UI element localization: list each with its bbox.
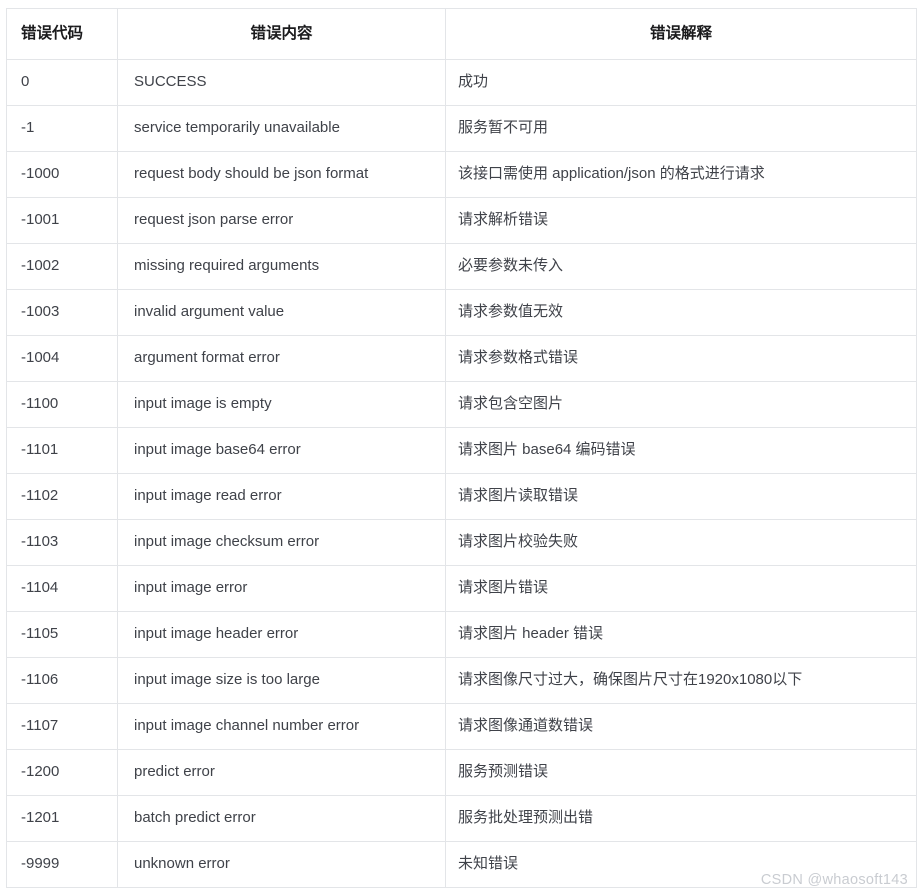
cell-error-message: SUCCESS <box>117 59 446 106</box>
table-body: 0 SUCCESS 成功 -1 service temporarily unavaila… <box>6 59 917 888</box>
table-row: -1103 input image checksum error 请求图片校验失败 <box>6 519 917 566</box>
column-header-error-detail: 错误解释 <box>445 8 917 60</box>
cell-error-message: batch predict error <box>117 795 446 842</box>
cell-error-detail: 请求图片错误 <box>445 565 917 612</box>
cell-error-code: -1101 <box>6 427 118 474</box>
cell-error-code: -1200 <box>6 749 118 796</box>
cell-error-message: input image header error <box>117 611 446 658</box>
error-code-table-container: 错误代码 错误内容 错误解释 0 SUCCESS 成功 -1 service tempo… <box>6 8 917 888</box>
cell-error-detail: 请求参数值无效 <box>445 289 917 336</box>
table-row: -1105 input image header error 请求图片 header… <box>6 611 917 658</box>
cell-error-code: -1105 <box>6 611 118 658</box>
table-row: -1107 input image channel number error 请求图… <box>6 703 917 750</box>
cell-error-code: -1 <box>6 105 118 152</box>
table-row: -1102 input image read error 请求图片读取错误 <box>6 473 917 520</box>
table-row: -1002 missing required arguments 必要参数未传入 <box>6 243 917 290</box>
table-row: 0 SUCCESS 成功 <box>6 59 917 106</box>
table-row: -1000 request body should be json format 该… <box>6 151 917 198</box>
cell-error-code: -1106 <box>6 657 118 704</box>
column-header-error-message: 错误内容 <box>117 8 446 60</box>
cell-error-message: unknown error <box>117 841 446 888</box>
cell-error-code: -1103 <box>6 519 118 566</box>
cell-error-code: -1201 <box>6 795 118 842</box>
table-header: 错误代码 错误内容 错误解释 <box>6 8 917 60</box>
table-header-row: 错误代码 错误内容 错误解释 <box>6 8 917 60</box>
cell-error-message: missing required arguments <box>117 243 446 290</box>
cell-error-detail: 服务批处理预测出错 <box>445 795 917 842</box>
cell-error-detail: 请求图像尺寸过大，确保图片尺寸在1920x1080以下 <box>445 657 917 704</box>
cell-error-code: -1102 <box>6 473 118 520</box>
cell-error-code: -1000 <box>6 151 118 198</box>
cell-error-detail: 该接口需使用 application/json 的格式进行请求 <box>445 151 917 198</box>
cell-error-message: input image error <box>117 565 446 612</box>
table-row: -9999 unknown error 未知错误 <box>6 841 917 888</box>
cell-error-detail: 请求包含空图片 <box>445 381 917 428</box>
cell-error-code: -1003 <box>6 289 118 336</box>
cell-error-message: request json parse error <box>117 197 446 244</box>
cell-error-detail: 请求解析错误 <box>445 197 917 244</box>
table-row: -1 service temporarily unavailable 服务暂不可用 <box>6 105 917 152</box>
table-row: -1100 input image is empty 请求包含空图片 <box>6 381 917 428</box>
cell-error-message: input image base64 error <box>117 427 446 474</box>
cell-error-message: input image channel number error <box>117 703 446 750</box>
cell-error-code: 0 <box>6 59 118 106</box>
cell-error-code: -1004 <box>6 335 118 382</box>
cell-error-detail: 请求图片 header 错误 <box>445 611 917 658</box>
cell-error-message: argument format error <box>117 335 446 382</box>
cell-error-detail: 请求图片 base64 编码错误 <box>445 427 917 474</box>
cell-error-message: invalid argument value <box>117 289 446 336</box>
table-row: -1106 input image size is too large 请求图像尺寸… <box>6 657 917 704</box>
cell-error-message: input image checksum error <box>117 519 446 566</box>
table-row: -1001 request json parse error 请求解析错误 <box>6 197 917 244</box>
table-row: -1003 invalid argument value 请求参数值无效 <box>6 289 917 336</box>
cell-error-detail: 请求图像通道数错误 <box>445 703 917 750</box>
column-header-error-code: 错误代码 <box>6 8 118 60</box>
cell-error-detail: 必要参数未传入 <box>445 243 917 290</box>
cell-error-message: input image size is too large <box>117 657 446 704</box>
cell-error-message: input image read error <box>117 473 446 520</box>
table-row: -1004 argument format error 请求参数格式错误 <box>6 335 917 382</box>
cell-error-code: -1002 <box>6 243 118 290</box>
cell-error-code: -1001 <box>6 197 118 244</box>
cell-error-detail: 服务暂不可用 <box>445 105 917 152</box>
table-row: -1104 input image error 请求图片错误 <box>6 565 917 612</box>
cell-error-detail: 请求参数格式错误 <box>445 335 917 382</box>
table-row: -1101 input image base64 error 请求图片 base64… <box>6 427 917 474</box>
error-code-table: 错误代码 错误内容 错误解释 0 SUCCESS 成功 -1 service tempo… <box>6 8 917 888</box>
table-row: -1201 batch predict error 服务批处理预测出错 <box>6 795 917 842</box>
cell-error-detail: 请求图片读取错误 <box>445 473 917 520</box>
cell-error-message: predict error <box>117 749 446 796</box>
cell-error-message: service temporarily unavailable <box>117 105 446 152</box>
cell-error-code: -1107 <box>6 703 118 750</box>
cell-error-message: input image is empty <box>117 381 446 428</box>
cell-error-message: request body should be json format <box>117 151 446 198</box>
table-row: -1200 predict error 服务预测错误 <box>6 749 917 796</box>
cell-error-detail: 未知错误 <box>445 841 917 888</box>
cell-error-code: -9999 <box>6 841 118 888</box>
cell-error-detail: 成功 <box>445 59 917 106</box>
cell-error-detail: 服务预测错误 <box>445 749 917 796</box>
cell-error-code: -1100 <box>6 381 118 428</box>
cell-error-code: -1104 <box>6 565 118 612</box>
cell-error-detail: 请求图片校验失败 <box>445 519 917 566</box>
